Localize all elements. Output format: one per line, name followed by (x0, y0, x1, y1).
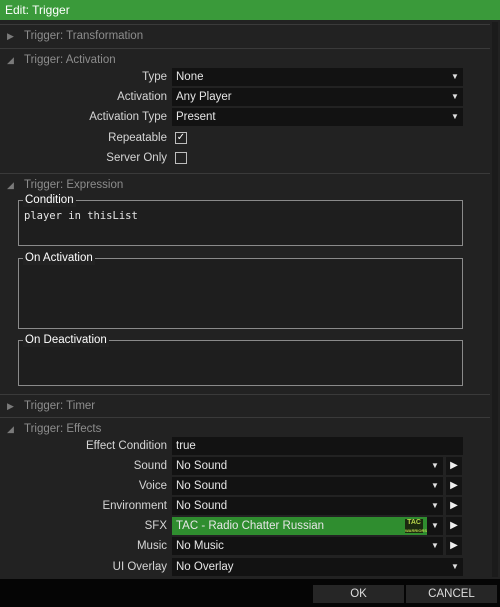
sfx-combo[interactable]: TAC - Radio Chatter Russian TAC WARRIORS… (172, 517, 443, 535)
music-combo[interactable]: No Music ▼ (172, 537, 443, 555)
on-activation-label: On Activation (23, 251, 95, 265)
chevron-down-icon[interactable]: ▼ (427, 497, 443, 515)
activation-type-value: Present (176, 111, 216, 123)
environment-combo[interactable]: No Sound ▼ (172, 497, 443, 515)
section-title: Trigger: Transformation (24, 30, 144, 42)
section-transformation[interactable]: ▶ Trigger: Transformation (0, 24, 490, 46)
condition-field[interactable]: Condition player in thisList (18, 193, 463, 246)
section-activation[interactable]: ◢ Trigger: Activation (0, 48, 490, 70)
music-label: Music (136, 540, 167, 552)
activation-value: Any Player (176, 91, 232, 103)
on-deactivation-label: On Deactivation (23, 333, 109, 347)
music-value: No Music (176, 540, 224, 552)
ui-overlay-label: UI Overlay (112, 561, 167, 573)
section-expression[interactable]: ◢ Trigger: Expression (0, 173, 490, 195)
ok-button[interactable]: OK (313, 585, 404, 603)
chevron-down-icon[interactable]: ▼ (427, 537, 443, 555)
dialog-content: ▶ Trigger: Transformation ◢ Trigger: Act… (0, 20, 500, 579)
sfx-label: SFX (144, 520, 167, 532)
play-icon[interactable]: ▶ (446, 537, 462, 555)
play-icon[interactable]: ▶ (446, 517, 462, 535)
repeatable-label: Repeatable (108, 132, 167, 144)
effect-condition-input[interactable]: true (172, 437, 463, 455)
on-deactivation-field[interactable]: On Deactivation (18, 333, 463, 386)
ui-overlay-value: No Overlay (176, 561, 234, 573)
effect-condition-value: true (176, 440, 196, 452)
effect-condition-label: Effect Condition (86, 440, 167, 452)
play-icon[interactable]: ▶ (446, 497, 462, 515)
activation-type-label: Activation Type (89, 111, 167, 123)
triangle-right-icon: ▶ (7, 401, 14, 411)
sound-value: No Sound (176, 460, 228, 472)
triangle-right-icon: ▶ (7, 31, 14, 41)
voice-combo[interactable]: No Sound ▼ (172, 477, 443, 495)
chevron-down-icon[interactable]: ▼ (447, 88, 463, 106)
activation-type-combo[interactable]: Present ▼ (172, 108, 463, 126)
section-title: Trigger: Effects (24, 423, 102, 435)
on-activation-field[interactable]: On Activation (18, 251, 463, 329)
sound-label: Sound (133, 460, 167, 472)
chevron-down-icon[interactable]: ▼ (427, 517, 443, 535)
tac-logo: TAC WARRIORS (405, 519, 427, 533)
cancel-button[interactable]: CANCEL (406, 585, 497, 603)
play-icon[interactable]: ▶ (446, 457, 462, 475)
tac-logo-subtext: WARRIORS (405, 528, 427, 533)
scrollbar[interactable] (492, 22, 498, 577)
chevron-down-icon[interactable]: ▼ (427, 477, 443, 495)
environment-value: No Sound (176, 500, 228, 512)
section-title: Trigger: Expression (24, 179, 124, 191)
server-only-checkbox[interactable] (175, 152, 187, 164)
type-combo[interactable]: None ▼ (172, 68, 463, 86)
type-label: Type (142, 71, 167, 83)
chevron-down-icon[interactable]: ▼ (427, 457, 443, 475)
section-timer[interactable]: ▶ Trigger: Timer (0, 394, 490, 416)
section-effects[interactable]: ◢ Trigger: Effects (0, 417, 490, 439)
voice-label: Voice (138, 480, 167, 492)
tac-logo-text: TAC (407, 519, 421, 526)
section-title: Trigger: Activation (24, 54, 116, 66)
server-only-label: Server Only (106, 152, 167, 164)
environment-label: Environment (102, 500, 167, 512)
activation-label: Activation (117, 91, 167, 103)
ui-overlay-combo[interactable]: No Overlay ▼ (172, 558, 463, 576)
dialog-footer: OK CANCEL (0, 579, 500, 607)
chevron-down-icon[interactable]: ▼ (447, 68, 463, 86)
window-title: Edit: Trigger (0, 0, 500, 20)
condition-label: Condition (23, 193, 76, 207)
trigger-dialog: Edit: Trigger ▶ Trigger: Transformation … (0, 0, 500, 607)
activation-combo[interactable]: Any Player ▼ (172, 88, 463, 106)
play-icon[interactable]: ▶ (446, 477, 462, 495)
chevron-down-icon[interactable]: ▼ (447, 558, 463, 576)
type-value: None (176, 71, 204, 83)
voice-value: No Sound (176, 480, 228, 492)
section-title: Trigger: Timer (24, 400, 96, 412)
sfx-value: TAC - Radio Chatter Russian (176, 520, 325, 532)
repeatable-checkbox[interactable]: ✓ (175, 132, 187, 144)
condition-value: player in thisList (24, 210, 138, 222)
chevron-down-icon[interactable]: ▼ (447, 108, 463, 126)
sound-combo[interactable]: No Sound ▼ (172, 457, 443, 475)
triangle-down-icon: ◢ (7, 180, 14, 190)
